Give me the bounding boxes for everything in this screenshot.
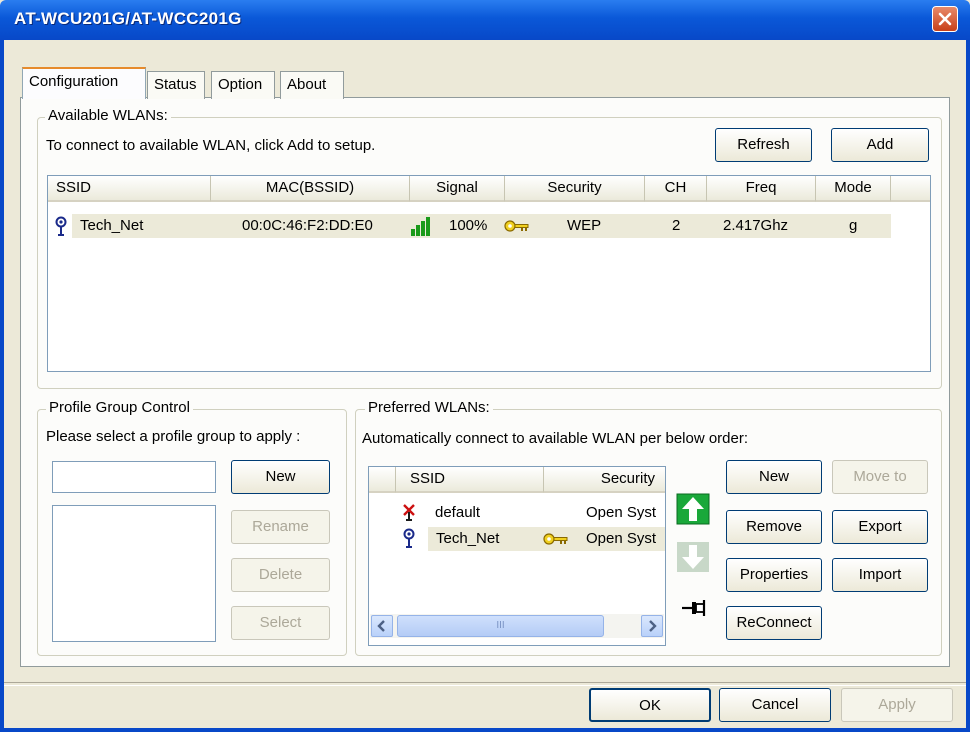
row-freq: 2.417Ghz (723, 217, 789, 234)
pin-button[interactable] (678, 594, 708, 622)
pref-row-ssid: Tech_Net (436, 530, 500, 547)
antenna-icon (403, 528, 415, 548)
column-header-mac[interactable]: MAC(BSSID) (211, 176, 410, 202)
select-button[interactable]: Select (231, 606, 330, 640)
profile-group-legend: Profile Group Control (46, 399, 193, 416)
column-header-blank (369, 467, 396, 493)
tab-option[interactable]: Option (211, 71, 275, 99)
pref-row-security: Open Syst (586, 530, 657, 547)
row-signal: 100% (449, 217, 488, 234)
disconnected-antenna-icon (403, 504, 415, 521)
import-button[interactable]: Import (832, 558, 928, 592)
column-header-filler (891, 176, 930, 202)
reconnect-button[interactable]: ReConnect (726, 606, 822, 640)
profile-group-list[interactable] (52, 505, 216, 642)
column-header-pref-ssid[interactable]: SSID (396, 467, 544, 493)
window-frame-right (966, 40, 970, 732)
profile-group-hint: Please select a profile group to apply : (46, 428, 301, 445)
row-mac: 00:0C:46:F2:DD:E0 (242, 217, 373, 234)
preferred-wlans-legend: Preferred WLANs: (365, 399, 493, 416)
scroll-thumb[interactable]: III (397, 615, 604, 637)
window-frame-bottom (0, 728, 970, 732)
tab-status[interactable]: Status (147, 71, 205, 99)
column-header-mode[interactable]: Mode (816, 176, 891, 202)
footer-separator (4, 682, 966, 686)
export-button[interactable]: Export (832, 510, 928, 544)
preferred-new-button[interactable]: New (726, 460, 822, 494)
move-to-button[interactable]: Move to (832, 460, 928, 494)
column-header-pref-security[interactable]: Security (544, 467, 665, 493)
cancel-button[interactable]: Cancel (719, 688, 831, 722)
close-button[interactable] (932, 6, 958, 32)
scroll-right-button[interactable] (641, 615, 663, 637)
pref-row-security: Open Syst (586, 504, 657, 521)
move-up-icon (676, 493, 710, 525)
ok-button[interactable]: OK (589, 688, 711, 722)
antenna-icon (55, 216, 67, 236)
apply-button[interactable]: Apply (841, 688, 953, 722)
column-header-security[interactable]: Security (505, 176, 645, 202)
scroll-left-icon (377, 620, 385, 632)
profile-group-input[interactable] (52, 461, 216, 493)
column-header-freq[interactable]: Freq (707, 176, 816, 202)
row-ssid: Tech_Net (80, 217, 144, 234)
move-down-button[interactable] (676, 541, 710, 573)
add-button[interactable]: Add (831, 128, 929, 162)
tab-about[interactable]: About (280, 71, 344, 99)
scroll-left-button[interactable] (371, 615, 393, 637)
row-ch: 2 (672, 217, 681, 234)
row-mode: g (849, 217, 858, 234)
pref-row-ssid: default (435, 504, 481, 521)
scroll-right-icon (649, 620, 657, 632)
available-wlans-list[interactable] (47, 175, 931, 372)
move-down-icon (677, 542, 709, 572)
row-security: WEP (567, 217, 602, 234)
delete-button[interactable]: Delete (231, 558, 330, 592)
window-frame-left (0, 40, 4, 732)
key-icon (504, 220, 529, 232)
refresh-button[interactable]: Refresh (715, 128, 812, 162)
profile-new-button[interactable]: New (231, 460, 330, 494)
signal-bars-icon (411, 217, 430, 236)
column-header-ssid[interactable]: SSID (48, 176, 211, 202)
move-up-button[interactable] (676, 493, 710, 525)
properties-button[interactable]: Properties (726, 558, 822, 592)
pin-icon (682, 600, 706, 616)
close-icon (938, 12, 952, 26)
available-wlans-legend: Available WLANs: (45, 107, 171, 124)
key-icon (543, 533, 568, 545)
column-header-signal[interactable]: Signal (410, 176, 505, 202)
preferred-wlans-hint: Automatically connect to available WLAN … (362, 430, 749, 447)
tab-configuration[interactable]: Configuration (22, 67, 146, 99)
rename-button[interactable]: Rename (231, 510, 330, 544)
column-header-ch[interactable]: CH (645, 176, 707, 202)
window-title: AT-WCU201G/AT-WCC201G (14, 9, 242, 28)
available-wlans-hint: To connect to available WLAN, click Add … (46, 137, 376, 154)
remove-button[interactable]: Remove (726, 510, 822, 544)
